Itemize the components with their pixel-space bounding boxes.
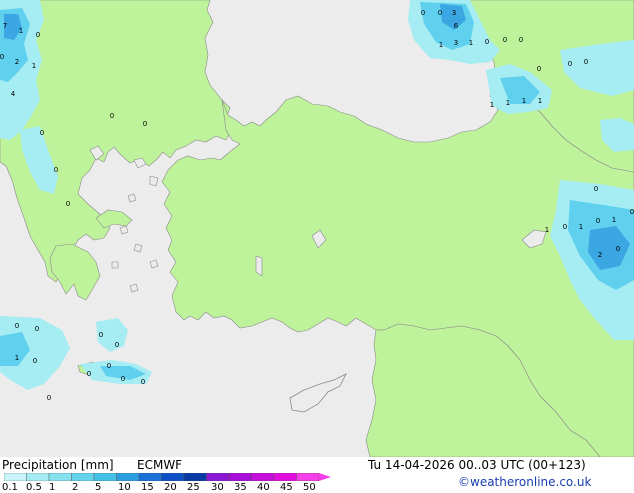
precip-value: 0 (115, 341, 119, 349)
legend-panel: Precipitation [mm] ECMWF Tu 14-04-2026 0… (0, 457, 634, 493)
color-scale-bar (4, 473, 331, 481)
precip-value: 0 (594, 185, 598, 193)
precip-value: 0 (568, 60, 572, 68)
precip-value: 1 (506, 99, 510, 107)
precip-value: 0 (40, 129, 44, 137)
precipitation-map: 7 1 0 0 2 1 4 0 0 3 6 1 3 1 0 0 0 0 0 0 1 1 1 1 0 0 0 0 0 0 1 0 1 0 1 2 0 0 1 0… (0, 0, 634, 457)
precip-value: 0 (584, 58, 588, 66)
scale-swatch (206, 473, 230, 481)
precip-value: 0 (421, 9, 425, 17)
precip-value: 1 (15, 354, 19, 362)
precip-value: 3 (452, 9, 456, 17)
precip-value: 0 (110, 112, 114, 120)
precip-value: 0 (438, 9, 442, 17)
precip-value: 0 (485, 38, 489, 46)
model-name: ECMWF (137, 458, 183, 472)
scale-tick-label: 5 (95, 482, 102, 493)
precip-value: 0 (616, 245, 620, 253)
precip-value: 1 (579, 223, 583, 231)
scale-tick-label: 20 (164, 482, 177, 493)
precip-value: 0 (15, 322, 19, 330)
scale-swatch (26, 473, 50, 481)
precip-value: 1 (469, 39, 473, 47)
scale-swatch (183, 473, 207, 481)
scale-tick-label: 1 (49, 482, 56, 493)
precip-value: 0 (563, 223, 567, 231)
precip-value: 0 (35, 325, 39, 333)
precip-value: 4 (11, 90, 16, 98)
precip-value: 0 (107, 362, 111, 370)
map-title: Precipitation [mm] (2, 458, 114, 472)
precip-value: 1 (538, 97, 542, 105)
scale-swatch (251, 473, 275, 481)
scale-swatch (161, 473, 185, 481)
precip-value: 0 (630, 208, 634, 216)
precip-value: 0 (36, 31, 40, 39)
scale-swatch (48, 473, 72, 481)
precip-value: 0 (143, 120, 147, 128)
precip-value: 1 (522, 97, 526, 105)
precip-value: 1 (32, 62, 36, 70)
scale-swatch (116, 473, 140, 481)
scale-swatch (273, 473, 297, 481)
precip-value: 0 (121, 375, 125, 383)
precip-value: 6 (454, 22, 459, 30)
scale-swatch (4, 473, 27, 481)
scale-swatch (138, 473, 162, 481)
precip-value: 0 (47, 394, 51, 402)
precip-value: 0 (87, 370, 91, 378)
scale-tick-label: 0.5 (26, 482, 42, 493)
scale-tick-label: 15 (141, 482, 154, 493)
precip-value: 0 (519, 36, 523, 44)
scale-tick-label: 50 (303, 482, 316, 493)
scale-swatch (93, 473, 117, 481)
precip-value: 0 (54, 166, 58, 174)
scale-tick-label: 0.1 (2, 482, 18, 493)
valid-datetime: Tu 14-04-2026 00..03 UTC (00+123) (368, 458, 586, 472)
scale-swatch (228, 473, 252, 481)
scale-arrow (319, 473, 331, 481)
precip-value: 0 (596, 217, 600, 225)
precip-value: 0 (33, 357, 37, 365)
scale-swatch (71, 473, 95, 481)
scale-tick-label: 45 (280, 482, 293, 493)
precip-value: 1 (490, 101, 494, 109)
precip-value: 1 (545, 226, 549, 234)
precip-value: 0 (503, 36, 507, 44)
scale-tick-label: 40 (257, 482, 270, 493)
precip-value: 0 (537, 65, 541, 73)
scale-swatch (296, 473, 320, 481)
weather-map-view: 7100214003613100000011110000001010120010… (0, 0, 634, 493)
precip-value: 2 (15, 58, 19, 66)
scale-tick-label: 35 (234, 482, 247, 493)
scale-tick-label: 25 (187, 482, 200, 493)
scale-tick-label: 2 (72, 482, 79, 493)
precip-value: 1 (612, 216, 616, 224)
credit-text: ©weatheronline.co.uk (458, 475, 592, 489)
precip-value: 7 (3, 22, 7, 30)
precip-value: 0 (141, 378, 145, 386)
precip-value: 2 (598, 251, 602, 259)
precip-value: 0 (66, 200, 70, 208)
scale-tick-label: 10 (118, 482, 131, 493)
precip-value: 3 (454, 39, 458, 47)
precip-value: 0 (0, 53, 4, 61)
precip-value: 0 (99, 331, 103, 339)
scale-tick-label: 30 (211, 482, 224, 493)
precip-value: 1 (439, 41, 443, 49)
precip-value: 1 (19, 27, 23, 35)
